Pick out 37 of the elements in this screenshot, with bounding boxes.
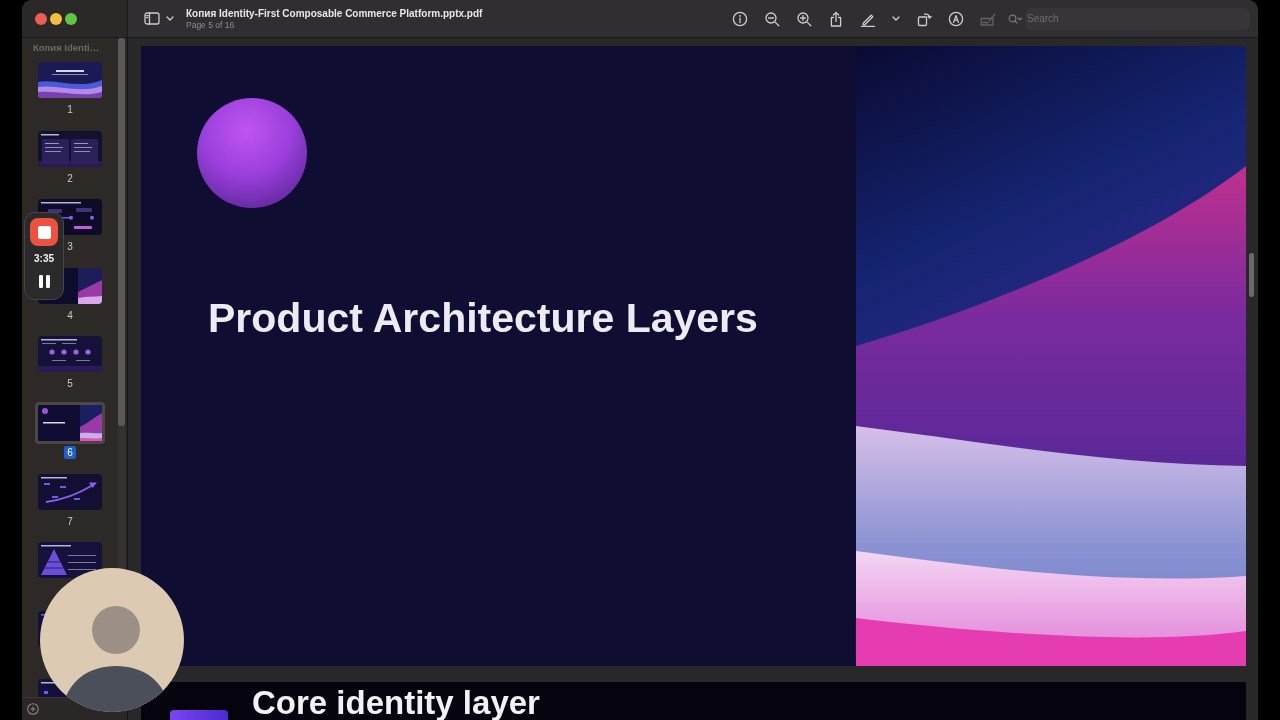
sidebar-title: Копия Identi… (33, 42, 100, 54)
slide-thumbnail[interactable] (38, 130, 102, 167)
chevron-down-icon[interactable] (166, 16, 174, 21)
slide-thumbnail[interactable] (38, 473, 102, 510)
search-icon[interactable] (1008, 13, 1022, 24)
slide-thumbnail[interactable] (38, 62, 102, 98)
annotate-icon[interactable] (948, 10, 964, 27)
zoom-in-icon[interactable] (796, 10, 812, 27)
page-number: 2 (66, 171, 74, 185)
zoom-out-icon[interactable] (764, 10, 780, 27)
share-icon[interactable] (828, 10, 844, 27)
chevron-down-icon[interactable] (892, 16, 900, 21)
pause-icon[interactable] (38, 275, 50, 288)
zoom-button[interactable] (65, 12, 77, 25)
recording-time: 3:35 (34, 253, 54, 265)
page-number: 1 (66, 103, 74, 116)
slide-thumbnail[interactable] (38, 542, 102, 579)
info-icon[interactable] (732, 10, 748, 27)
document-title: Копия Identity-First Composable Commerce Platform.pptx.pdf (186, 7, 483, 20)
page-indicator: Page 5 of 16 (186, 19, 236, 30)
scrollbar-thumb[interactable] (118, 38, 125, 426)
minimize-button[interactable] (50, 12, 62, 25)
page-number: 3 (66, 240, 74, 254)
slide-thumbnail[interactable] (35, 401, 105, 444)
slide-title: Product Architecture Layers (208, 294, 758, 342)
scrollbar-thumb[interactable] (1249, 253, 1254, 297)
stop-button[interactable] (30, 218, 58, 246)
rotate-icon[interactable] (916, 10, 932, 27)
page-number: 4 (66, 308, 74, 322)
page-number: 5 (66, 377, 74, 391)
stop-icon (37, 225, 51, 239)
close-button[interactable] (35, 12, 47, 25)
page-number: 7 (66, 514, 74, 528)
sidebar-toggle-icon[interactable] (144, 12, 160, 25)
add-icon[interactable] (27, 703, 39, 715)
slide-thumbnail[interactable] (38, 336, 102, 373)
page-number: 6 (64, 445, 76, 459)
